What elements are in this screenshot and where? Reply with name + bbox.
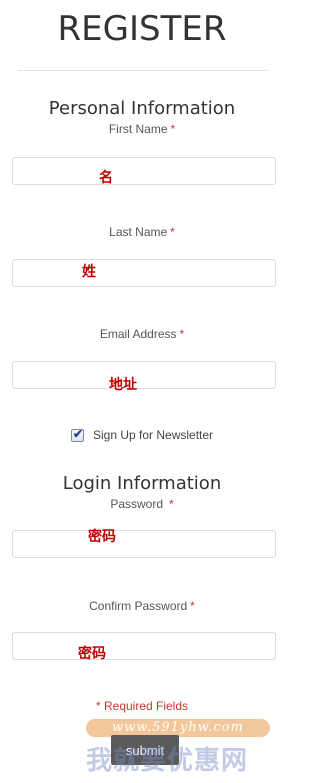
page-title: REGISTER (57, 9, 227, 49)
password-label: Password * (0, 497, 284, 511)
email-label: Email Address * (0, 327, 284, 341)
password-annotation: 密码 (88, 529, 116, 545)
first-name-annotation: 名 (99, 170, 113, 186)
confirm-password-label: Confirm Password * (0, 599, 284, 613)
required-mark: * (169, 497, 174, 511)
password-field[interactable] (12, 530, 276, 558)
watermark-text: 我就要优惠网 (86, 746, 249, 776)
email-field[interactable] (12, 361, 276, 389)
confirm-password-label-text: Confirm Password (89, 599, 188, 613)
required-mark: * (179, 327, 185, 341)
last-name-label: Last Name * (0, 225, 284, 239)
email-label-text: Email Address (99, 327, 177, 341)
required-fields-note: * Required Fields (95, 699, 189, 713)
first-name-label-text: First Name (108, 122, 168, 136)
first-name-field[interactable] (12, 157, 276, 185)
newsletter-option[interactable]: ✔ Sign Up for Newsletter (71, 427, 213, 443)
newsletter-checkbox[interactable]: ✔ (71, 426, 84, 442)
email-annotation: 地址 (109, 377, 137, 393)
newsletter-label: Sign Up for Newsletter (93, 428, 214, 442)
login-info-heading: Login Information (62, 473, 222, 494)
password-label-text: Password (110, 497, 163, 511)
required-mark: * (190, 599, 195, 613)
required-mark: * (170, 225, 175, 239)
checkmark-icon: ✔ (73, 426, 84, 441)
title-divider (18, 70, 268, 71)
personal-info-heading: Personal Information (48, 98, 236, 119)
confirm-password-field[interactable] (12, 632, 276, 660)
last-name-annotation: 姓 (82, 264, 96, 280)
first-name-label: First Name * (0, 122, 284, 136)
last-name-field[interactable] (12, 259, 276, 287)
required-mark: * (170, 122, 176, 136)
last-name-label-text: Last Name (109, 225, 168, 239)
confirm-password-annotation: 密码 (78, 646, 106, 662)
